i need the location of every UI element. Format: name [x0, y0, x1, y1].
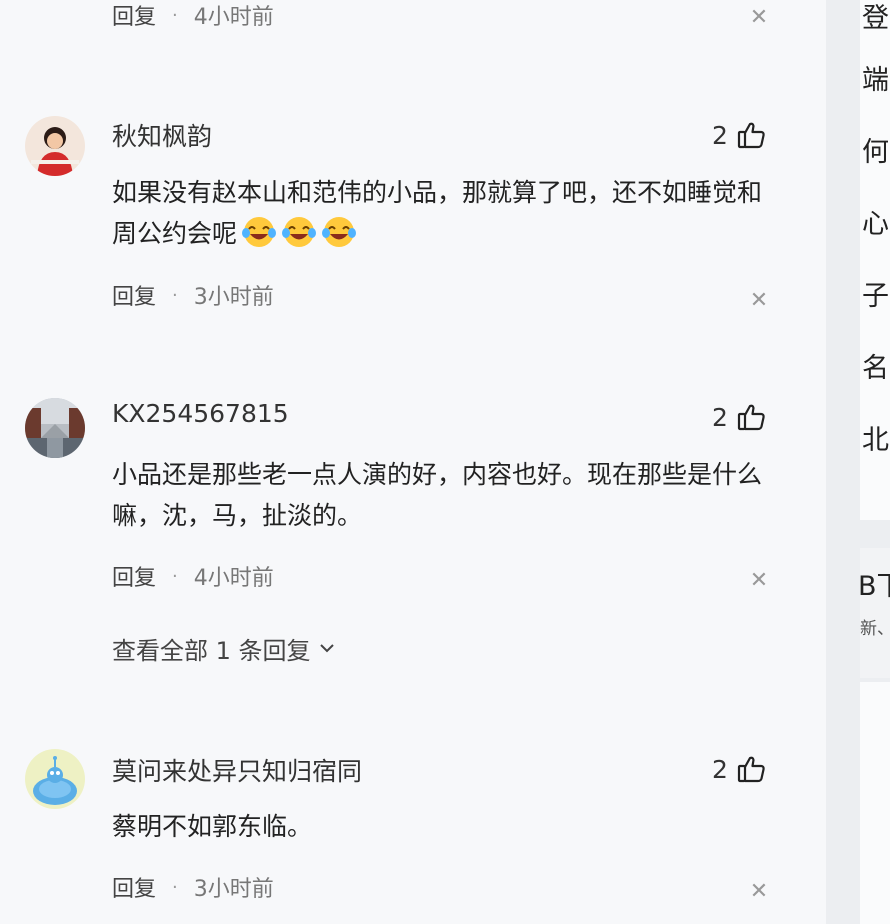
comment-username[interactable]: KX254567815: [112, 399, 289, 428]
separator-dot: ·: [172, 4, 178, 26]
like-button[interactable]: 2: [712, 118, 766, 152]
comment-actions: 回复 · 4小时前: [112, 0, 274, 31]
avatar[interactable]: [25, 398, 85, 458]
reply-button[interactable]: 回复: [112, 0, 156, 31]
close-icon[interactable]: ✕: [744, 876, 774, 906]
sidebar-card-title: B下: [860, 571, 890, 602]
sidebar-card-subtitle: 新、: [860, 619, 890, 639]
comment-actions: 回复 · 4小时前: [112, 560, 274, 592]
reply-button[interactable]: 回复: [112, 871, 156, 903]
sidebar-card: [860, 682, 890, 924]
close-icon[interactable]: ✕: [744, 565, 774, 595]
view-all-replies-button[interactable]: 查看全部 1 条回复: [112, 630, 337, 666]
comment-username[interactable]: 秋知枫韵: [112, 117, 212, 153]
laughing-crying-emoji: [281, 215, 317, 249]
comment-text: 蔡明不如郭东临。: [112, 812, 313, 841]
sidebar-text: 端: [862, 65, 889, 96]
laughing-crying-emoji: [241, 215, 277, 249]
like-button[interactable]: 2: [712, 400, 766, 434]
sidebar-text: 登: [862, 3, 889, 34]
separator-dot: ·: [172, 876, 178, 898]
like-count: 2: [712, 754, 728, 784]
comment-time: 4小时前: [193, 566, 274, 591]
comment-text: 如果没有赵本山和范伟的小品，那就算了吧，还不如睡觉和周公约会呢: [112, 172, 772, 254]
sidebar-text: 子: [862, 281, 889, 312]
reply-button[interactable]: 回复: [112, 560, 156, 592]
like-count: 2: [712, 402, 728, 432]
close-icon[interactable]: ✕: [744, 285, 774, 315]
sidebar-text: 名: [862, 353, 889, 384]
close-icon[interactable]: ✕: [744, 2, 774, 32]
like-count: 2: [712, 120, 728, 150]
separator-dot: ·: [172, 565, 178, 587]
comment-content: 如果没有赵本山和范伟的小品，那就算了吧，还不如睡觉和周公约会呢: [112, 178, 763, 248]
comment-time: 3小时前: [193, 877, 274, 902]
thumbs-up-icon: [737, 404, 765, 431]
separator-dot: ·: [172, 284, 178, 306]
comment-time: 3小时前: [193, 285, 274, 310]
thumbs-up-icon: [737, 756, 765, 783]
right-sidebar: 登 端 何 心 子 名 北 B下 新、: [860, 0, 890, 924]
comment-username[interactable]: 莫问来处异只知归宿同: [112, 752, 362, 788]
comment-actions: 回复 · 3小时前: [112, 871, 274, 903]
laughing-crying-emoji: [321, 215, 357, 249]
view-all-replies-label: 查看全部 1 条回复: [112, 636, 311, 665]
comment-time: 4小时前: [193, 5, 274, 30]
sidebar-text: 北: [862, 425, 889, 456]
chevron-down-icon: [319, 644, 334, 653]
sidebar-text: 何: [862, 137, 889, 168]
comment-list: 回复 · 4小时前 ✕ 秋知枫韵 2 如果没有赵本山和范伟的小品，那就算了吧，还…: [0, 0, 826, 924]
comment-actions: 回复 · 3小时前: [112, 279, 274, 311]
thumbs-up-icon: [737, 122, 765, 149]
comment-text: 小品还是那些老一点人演的好，内容也好。现在那些是什么嘛，沈，马，扯淡的。: [112, 460, 763, 530]
avatar[interactable]: [25, 749, 85, 809]
reply-button[interactable]: 回复: [112, 279, 156, 311]
scroll-gutter: [826, 0, 860, 924]
sidebar-text: 心: [862, 209, 889, 240]
sidebar-card: 登 端 何 心 子 名 北: [860, 0, 890, 520]
sidebar-card[interactable]: B下 新、: [860, 548, 890, 678]
like-button[interactable]: 2: [712, 752, 766, 786]
avatar[interactable]: [25, 116, 85, 176]
